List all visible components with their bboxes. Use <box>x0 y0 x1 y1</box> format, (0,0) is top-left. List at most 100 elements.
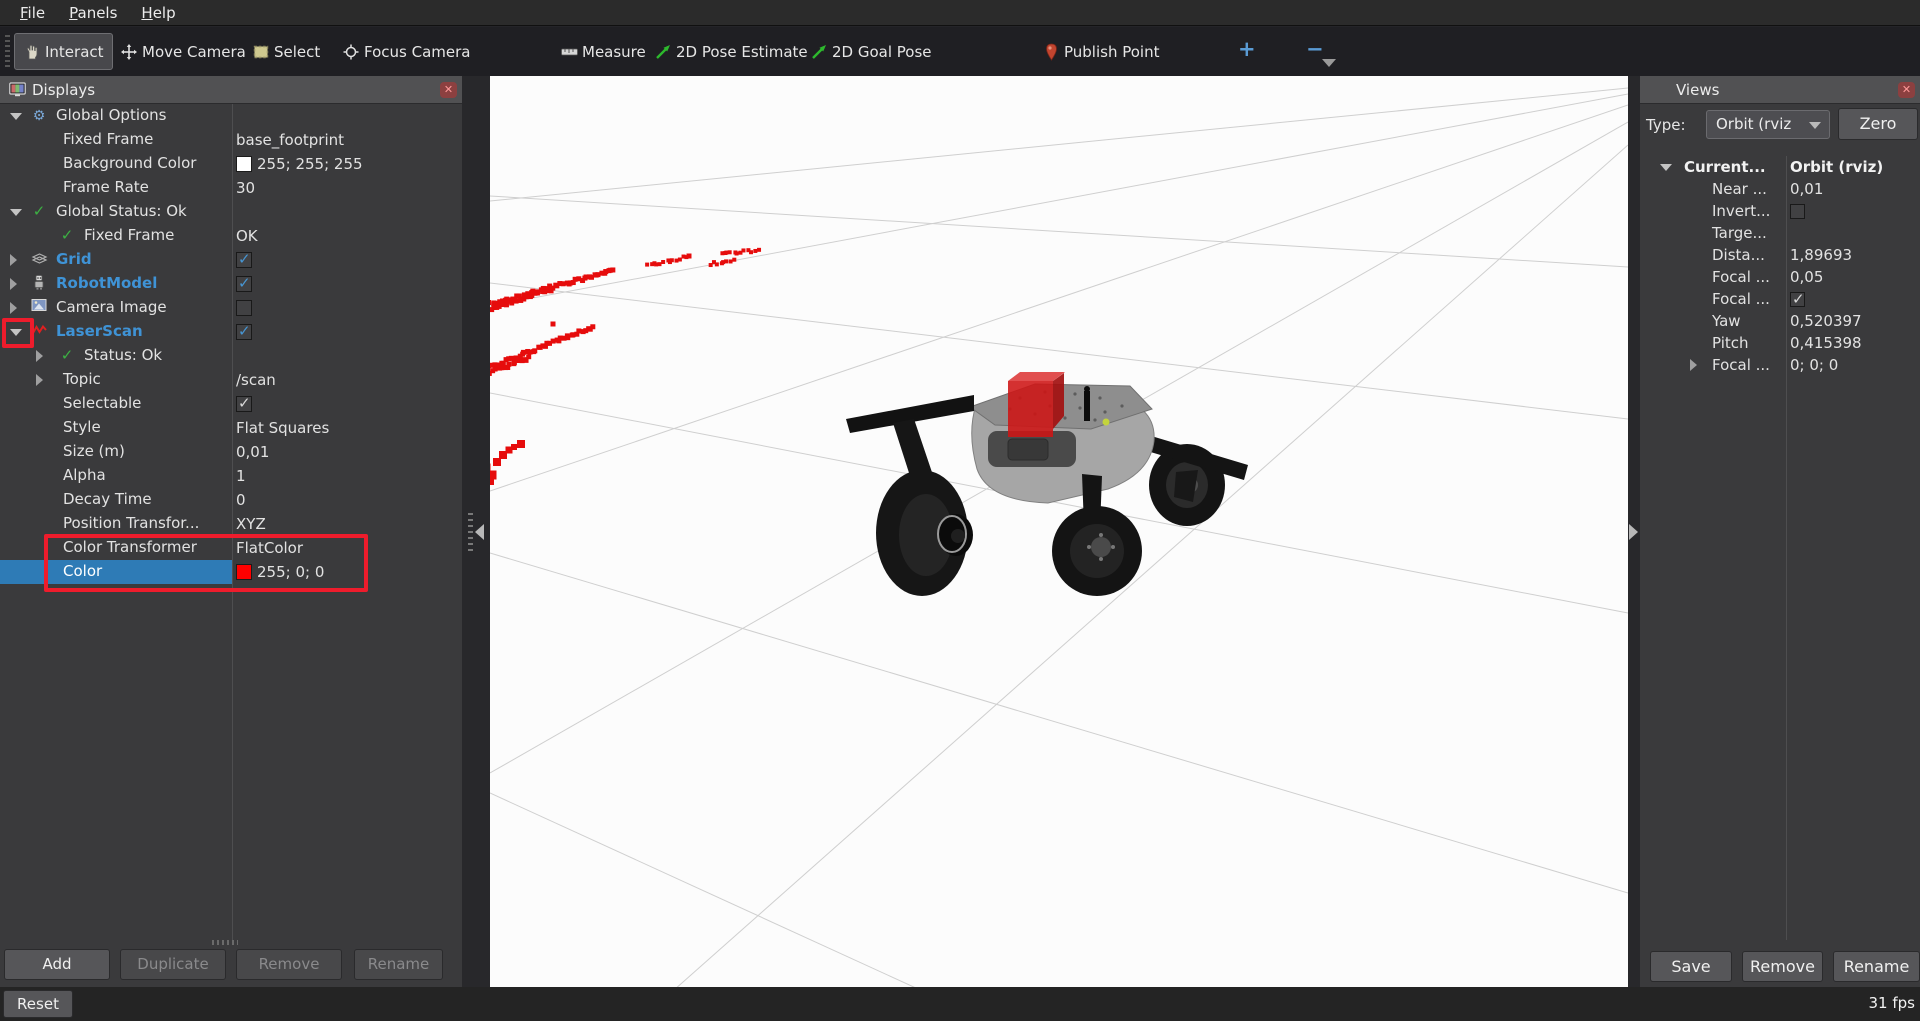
property-value-cell[interactable]: 0 <box>236 488 246 512</box>
property-value-cell[interactable]: OK <box>236 224 258 248</box>
tool-2d-goal-pose[interactable]: 2D Goal Pose <box>802 33 940 70</box>
collapse-right-icon[interactable] <box>1629 524 1638 540</box>
property-label-cell[interactable]: ✓Status: Ok <box>0 344 232 368</box>
zero-button[interactable]: Zero <box>1838 108 1918 140</box>
view-row-focal-[interactable]: Focal ...0; 0; 0 <box>1640 354 1920 376</box>
property-value-cell[interactable]: ✓ <box>236 320 252 344</box>
duplicate-display-button[interactable]: Duplicate <box>120 949 226 980</box>
checkbox[interactable]: ✓ <box>236 252 252 268</box>
expander-closed-icon[interactable] <box>36 374 43 386</box>
view-row-dista-[interactable]: Dista...1,89693 <box>1640 244 1920 266</box>
add-tool-button[interactable]: + <box>1238 37 1256 61</box>
property-value-cell[interactable]: base_footprint <box>236 128 344 152</box>
tool-interact[interactable]: Interact <box>14 33 113 70</box>
property-label-cell[interactable]: Frame Rate <box>0 176 232 200</box>
tree-row-style[interactable]: StyleFlat Squares <box>0 416 462 440</box>
expander-open-icon[interactable] <box>1660 164 1672 171</box>
expander-closed-icon[interactable] <box>36 350 43 362</box>
color-swatch[interactable] <box>236 156 252 172</box>
property-label-cell[interactable]: Selectable <box>0 392 232 416</box>
view-property-value-cell[interactable]: 1,89693 <box>1790 244 1852 266</box>
view-property-value-cell[interactable] <box>1790 200 1805 222</box>
checkbox[interactable]: ✓ <box>236 396 252 412</box>
views-panel-header[interactable]: Views ✕ <box>1640 76 1920 104</box>
panel-splitter-handle[interactable] <box>212 940 238 945</box>
remove-tool-button[interactable]: − <box>1306 37 1324 61</box>
checkbox[interactable] <box>1790 204 1805 219</box>
view-property-value-cell[interactable]: 0,520397 <box>1790 310 1862 332</box>
color-swatch[interactable] <box>236 564 252 580</box>
property-label-cell[interactable]: Background Color <box>0 152 232 176</box>
property-label-cell[interactable]: Style <box>0 416 232 440</box>
checkbox[interactable]: ✓ <box>236 324 252 340</box>
reset-button[interactable]: Reset <box>3 990 73 1018</box>
checkbox[interactable]: ✓ <box>1790 292 1805 307</box>
property-value-cell[interactable]: 255; 255; 255 <box>236 152 363 176</box>
property-value-cell[interactable]: ✓ <box>236 392 252 416</box>
displays-panel-header[interactable]: Displays ✕ <box>0 76 462 104</box>
tree-row-global-options[interactable]: ⚙Global Options <box>0 104 462 128</box>
expander-closed-icon[interactable] <box>10 254 17 266</box>
right-splitter[interactable] <box>1628 76 1640 987</box>
view-row-focal-[interactable]: Focal ...✓ <box>1640 288 1920 310</box>
property-value-cell[interactable]: XYZ <box>236 512 266 536</box>
view-row-yaw[interactable]: Yaw0,520397 <box>1640 310 1920 332</box>
view-property-value-cell[interactable]: 0; 0; 0 <box>1790 354 1838 376</box>
expander-closed-icon[interactable] <box>1690 359 1697 371</box>
tree-row-frame-rate[interactable]: Frame Rate30 <box>0 176 462 200</box>
property-label-cell[interactable]: LaserScan <box>0 320 232 344</box>
view-property-value-cell[interactable]: Orbit (rviz) <box>1790 156 1883 178</box>
collapse-left-icon[interactable] <box>475 524 484 540</box>
tool-focus-camera[interactable]: Focus Camera <box>334 33 478 70</box>
menu-item-help[interactable]: Help <box>129 2 187 24</box>
remove-view-button[interactable]: Remove <box>1742 951 1823 982</box>
tool-2d-pose-estimate[interactable]: 2D Pose Estimate <box>646 33 816 70</box>
view-row-invert-[interactable]: Invert... <box>1640 200 1920 222</box>
tree-row-decay-time[interactable]: Decay Time0 <box>0 488 462 512</box>
tool-measure[interactable]: Measure <box>552 33 654 70</box>
property-value-cell[interactable]: 30 <box>236 176 255 200</box>
tool-select[interactable]: Select <box>244 33 328 70</box>
property-label-cell[interactable]: ✓Global Status: Ok <box>0 200 232 224</box>
property-label-cell[interactable]: RobotModel <box>0 272 232 296</box>
property-value-cell[interactable]: 1 <box>236 464 246 488</box>
property-label-cell[interactable]: Color <box>0 560 232 584</box>
view-type-dropdown[interactable]: Orbit (rviz <box>1706 110 1830 139</box>
property-value-cell[interactable]: 255; 0; 0 <box>236 560 324 584</box>
tree-row-topic[interactable]: Topic/scan <box>0 368 462 392</box>
remove-display-button[interactable]: Remove <box>236 949 342 980</box>
tree-row-background-color[interactable]: Background Color255; 255; 255 <box>0 152 462 176</box>
property-label-cell[interactable]: Alpha <box>0 464 232 488</box>
view-property-value-cell[interactable]: 0,05 <box>1790 266 1823 288</box>
property-value-cell[interactable]: 0,01 <box>236 440 269 464</box>
tree-row-camera-image[interactable]: Camera Image <box>0 296 462 320</box>
tree-row-position-transfor-[interactable]: Position Transfor...XYZ <box>0 512 462 536</box>
tree-row-global-status-ok[interactable]: ✓Global Status: Ok <box>0 200 462 224</box>
property-value-cell[interactable]: Flat Squares <box>236 416 329 440</box>
save-view-button[interactable]: Save <box>1650 951 1732 982</box>
checkbox[interactable] <box>236 300 252 316</box>
property-label-cell[interactable]: Grid <box>0 248 232 272</box>
rename-view-button[interactable]: Rename <box>1833 951 1920 982</box>
close-icon[interactable]: ✕ <box>440 82 457 98</box>
tree-row-size-m-[interactable]: Size (m)0,01 <box>0 440 462 464</box>
tree-row-color[interactable]: Color255; 0; 0 <box>0 560 462 584</box>
3d-viewport[interactable] <box>490 76 1628 987</box>
view-property-value-cell[interactable]: 0,415398 <box>1790 332 1862 354</box>
property-label-cell[interactable]: Topic <box>0 368 232 392</box>
property-label-cell[interactable]: Size (m) <box>0 440 232 464</box>
property-label-cell[interactable]: Fixed Frame <box>0 128 232 152</box>
view-property-value-cell[interactable]: 0,01 <box>1790 178 1823 200</box>
view-property-value-cell[interactable]: ✓ <box>1790 288 1805 310</box>
tree-row-laserscan[interactable]: LaserScan✓ <box>0 320 462 344</box>
view-row-focal-[interactable]: Focal ...0,05 <box>1640 266 1920 288</box>
menu-item-panels[interactable]: Panels <box>57 2 129 24</box>
rename-display-button[interactable]: Rename <box>354 949 443 980</box>
property-value-cell[interactable]: /scan <box>236 368 276 392</box>
tree-row-fixed-frame[interactable]: ✓Fixed FrameOK <box>0 224 462 248</box>
property-label-cell[interactable]: Color Transformer <box>0 536 232 560</box>
expander-open-icon[interactable] <box>10 113 22 120</box>
view-row-targe-[interactable]: Targe... <box>1640 222 1920 244</box>
tree-row-selectable[interactable]: Selectable✓ <box>0 392 462 416</box>
tree-row-color-transformer[interactable]: Color TransformerFlatColor <box>0 536 462 560</box>
